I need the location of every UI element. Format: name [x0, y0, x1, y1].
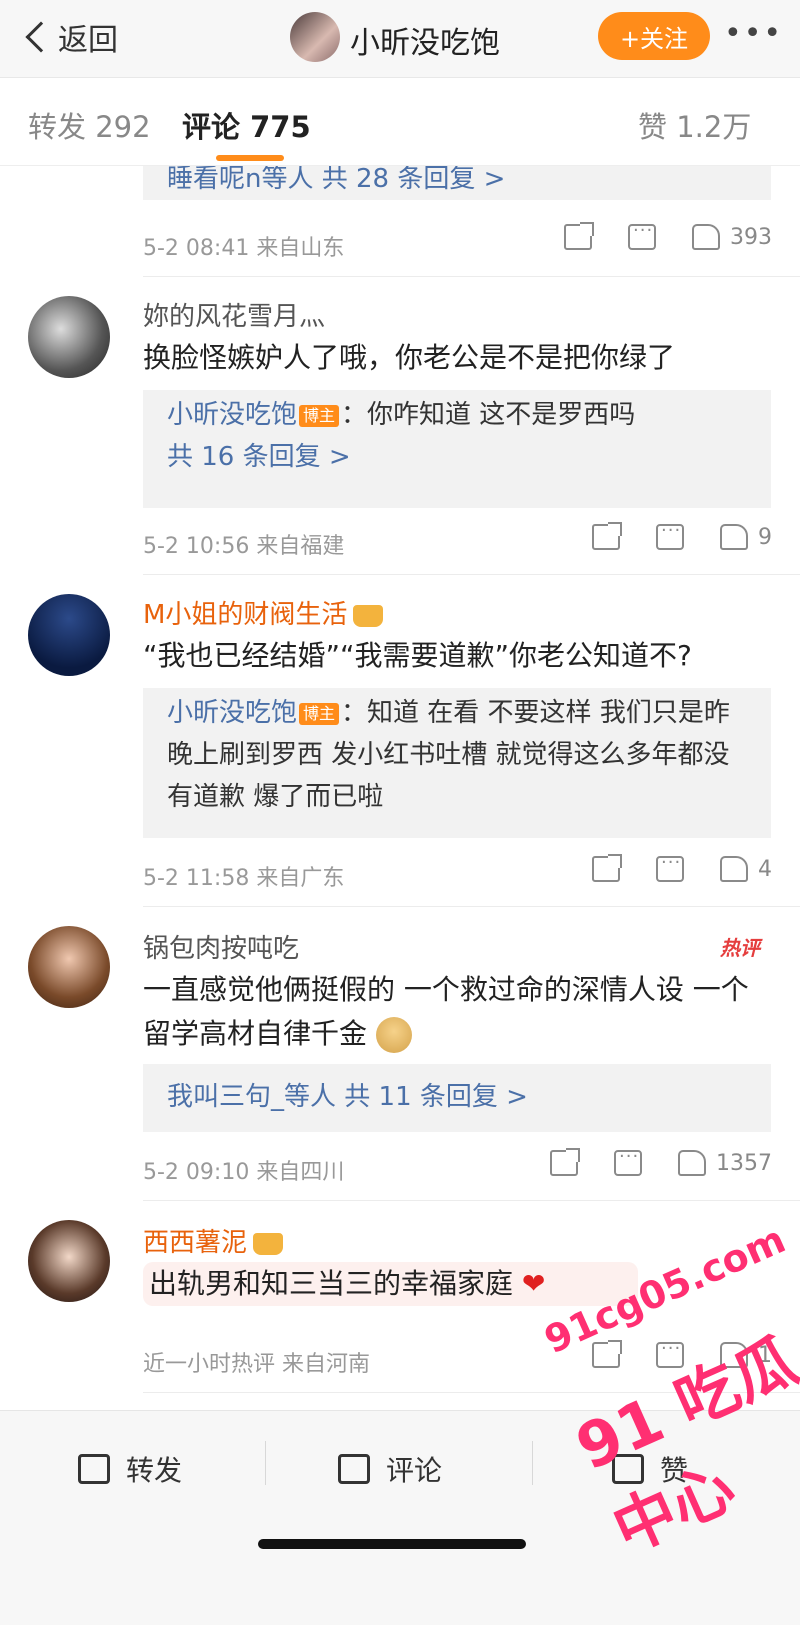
- reply-summary[interactable]: 我叫三句_等人 共 11 条回复 >: [143, 1064, 771, 1132]
- separator: [265, 1441, 266, 1485]
- doge-emoji-icon: [375, 1017, 412, 1053]
- comment-button[interactable]: 评论: [338, 1449, 442, 1489]
- comment-actions: 9: [556, 520, 772, 550]
- avatar[interactable]: [28, 1220, 110, 1302]
- comment-actions: 393: [528, 220, 772, 250]
- home-indicator: [258, 1539, 526, 1549]
- author-badge: 博主: [299, 404, 340, 427]
- avatar[interactable]: [28, 926, 110, 1008]
- author-name: M小姐的财阀生活: [143, 600, 348, 630]
- comment-text: 换脸怪嫉妒人了哦，你老公是不是把你绿了: [143, 341, 676, 374]
- divider: [143, 574, 800, 575]
- reply-author[interactable]: 小昕没吃饱: [167, 400, 297, 430]
- tab-like[interactable]: 赞 1.2万: [638, 104, 751, 146]
- vip-crown-icon: [353, 604, 384, 627]
- author-badge: 博主: [299, 702, 340, 725]
- repost-label: 转发: [126, 1454, 183, 1487]
- reply-summary-count: 共 28 条回复 >: [321, 166, 506, 194]
- comment-text: 出轨男和知三当三的幸福家庭 ❤: [143, 1262, 638, 1306]
- comment-author[interactable]: 妳的风花雪月灬: [143, 296, 325, 333]
- comment-actions: 1357: [514, 1146, 772, 1176]
- follow-button[interactable]: +关注: [598, 12, 710, 60]
- comment-meta: 近一小时热评 来自河南: [143, 1352, 370, 1377]
- reply-summary-count: 共 11 条回复 >: [344, 1082, 528, 1112]
- comment-icon: [338, 1454, 370, 1484]
- active-tab-indicator: [216, 155, 284, 161]
- back-label: 返回: [58, 23, 118, 58]
- back-button[interactable]: 返回: [22, 14, 118, 60]
- tab-comment[interactable]: 评论 775: [182, 104, 311, 146]
- share-icon[interactable]: [550, 1148, 580, 1176]
- share-icon[interactable]: [592, 522, 622, 550]
- comment-meta: 5-2 09:10 来自四川: [143, 1160, 345, 1185]
- page-title: 小昕没吃饱: [350, 26, 500, 61]
- share-icon[interactable]: [592, 1340, 622, 1368]
- avatar[interactable]: [28, 594, 110, 676]
- nav-header: 返回 小昕没吃饱 +关注 •••: [0, 0, 800, 78]
- tab-repost[interactable]: 转发 292: [28, 104, 151, 146]
- reply-author[interactable]: 小昕没吃饱: [167, 698, 297, 728]
- repost-icon: [78, 1454, 110, 1484]
- comment-meta: 5-2 08:41 来自山东: [143, 236, 345, 261]
- comment-author[interactable]: 西西薯泥: [143, 1222, 284, 1259]
- comment-icon[interactable]: [656, 520, 684, 550]
- like-icon[interactable]: [692, 224, 720, 250]
- share-icon[interactable]: [564, 222, 594, 250]
- comment-text-content: 一直感觉他俩挺假的 一个救过命的深情人设 一个留学高材自律千金: [143, 973, 749, 1050]
- comment-meta: 5-2 11:58 来自广东: [143, 866, 345, 891]
- divider: [143, 276, 800, 277]
- comment-author[interactable]: 锅包肉按吨吃: [143, 928, 299, 965]
- like-count: 9: [758, 524, 772, 550]
- reply-summary-users: 睡看呢n等人: [167, 166, 314, 194]
- avatar[interactable]: [28, 296, 110, 378]
- reply-box[interactable]: 小昕没吃饱 博主 ：你咋知道 这不是罗西吗 共 16 条回复 >: [143, 390, 771, 508]
- like-icon[interactable]: [720, 856, 748, 882]
- like-count: 393: [730, 224, 772, 250]
- comment-label: 评论: [386, 1454, 443, 1487]
- reply-box[interactable]: 小昕没吃饱 博主 ：知道 在看 不要这样 我们只是昨晚上刷到罗西 发小红书吐槽 就觉…: [143, 688, 771, 838]
- reply-summary-users: 我叫三句_等人: [167, 1082, 337, 1112]
- reply-summary[interactable]: 睡看呢n等人 共 28 条回复 >: [143, 166, 771, 200]
- vip-crown-icon: [253, 1232, 284, 1255]
- comment-author[interactable]: M小姐的财阀生活: [143, 594, 384, 631]
- like-icon[interactable]: [678, 1150, 706, 1176]
- hot-comment-badge: 热评: [720, 936, 760, 960]
- comment-icon[interactable]: [628, 220, 656, 250]
- like-count: 4: [758, 856, 772, 882]
- comment-text-content: 出轨男和知三当三的幸福家庭: [149, 1267, 514, 1300]
- like-icon[interactable]: [720, 524, 748, 550]
- author-name: 西西薯泥: [143, 1228, 248, 1258]
- divider: [143, 906, 800, 907]
- heart-icon: ❤: [521, 1267, 546, 1300]
- divider: [143, 1200, 800, 1201]
- repost-button[interactable]: 转发: [78, 1449, 182, 1489]
- reply-text: ：你咋知道 这不是罗西吗: [341, 400, 636, 430]
- chevron-left-icon: [25, 21, 57, 53]
- more-options-icon[interactable]: •••: [724, 16, 783, 51]
- comment-text: “我也已经结婚”“我需要道歉”你老公知道不?: [143, 639, 692, 672]
- comment-icon[interactable]: [656, 852, 684, 882]
- reply-count[interactable]: 共 16 条回复 >: [167, 436, 747, 478]
- like-count: 1357: [716, 1150, 772, 1176]
- comment-icon[interactable]: [614, 1146, 642, 1176]
- tab-bar: 转发 292 评论 775 赞 1.2万: [0, 78, 800, 166]
- comment-actions: 4: [556, 852, 772, 882]
- share-icon[interactable]: [592, 854, 622, 882]
- separator: [532, 1441, 533, 1485]
- comment-text: 一直感觉他俩挺假的 一个救过命的深情人设 一个留学高材自律千金: [143, 968, 763, 1056]
- author-avatar[interactable]: [290, 12, 340, 62]
- comment-meta: 5-2 10:56 来自福建: [143, 534, 345, 559]
